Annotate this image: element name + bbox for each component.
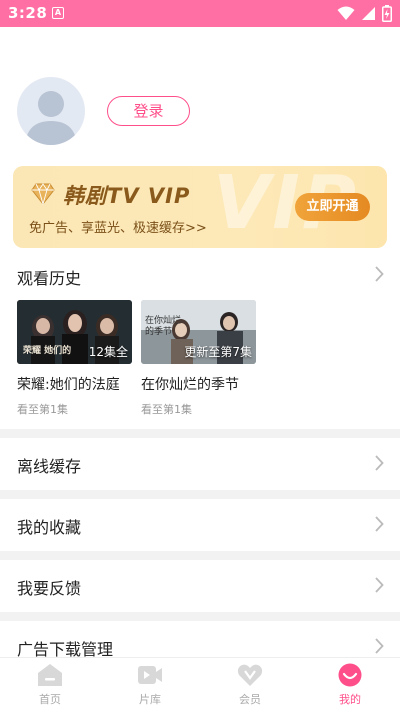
nav-library[interactable]: 片库 <box>100 658 200 710</box>
chevron-right-icon <box>375 516 384 532</box>
video-thumbnail[interactable]: 在你灿烂 的季节 更新至第7集 <box>141 300 256 364</box>
vip-banner[interactable]: VIP 韩剧TV VIP 免广告、享蓝光、极速缓存>> 立即开通 <box>13 166 387 248</box>
nav-label: 片库 <box>139 693 161 706</box>
video-title[interactable]: 荣耀:她们的法庭 <box>17 374 132 394</box>
section-divider <box>0 429 400 438</box>
menu-label: 我的收藏 <box>17 518 82 537</box>
nav-label: 会员 <box>239 693 261 706</box>
login-button[interactable]: 登录 <box>107 96 190 126</box>
section-divider <box>0 551 400 560</box>
chevron-right-icon <box>375 266 384 282</box>
bottom-nav: 首页 片库 会员 我的 <box>0 657 400 710</box>
episode-badge: 更新至第7集 <box>184 345 252 359</box>
menu-offline-cache[interactable]: 离线缓存 <box>0 438 400 490</box>
signal-icon <box>362 7 375 20</box>
chevron-right-icon <box>375 638 384 654</box>
menu-label: 离线缓存 <box>17 457 82 476</box>
menu-favorites[interactable]: 我的收藏 <box>0 499 400 551</box>
battery-icon <box>382 5 392 22</box>
watch-progress: 看至第1集 <box>141 403 192 416</box>
vip-open-button[interactable]: 立即开通 <box>295 193 370 221</box>
section-divider <box>0 490 400 499</box>
chevron-right-icon <box>375 577 384 593</box>
nav-label: 首页 <box>39 693 61 706</box>
video-camera-icon <box>138 666 162 684</box>
menu-label: 我要反馈 <box>17 579 82 598</box>
home-icon <box>38 664 62 686</box>
history-item[interactable]: 在你灿烂 的季节 更新至第7集 在你灿烂的季节 看至第1集 <box>141 300 256 417</box>
history-item[interactable]: 12集全 荣耀 她们的 荣耀:她们的法庭 看至第1集 <box>17 300 132 417</box>
video-thumbnail[interactable]: 12集全 荣耀 她们的 <box>17 300 132 364</box>
status-icons <box>337 5 392 22</box>
vip-benefits[interactable]: 免广告、享蓝光、极速缓存>> <box>29 217 207 236</box>
avatar[interactable] <box>17 77 85 145</box>
smile-icon <box>338 663 362 687</box>
default-avatar-icon <box>25 91 77 145</box>
status-time: 3:28 <box>8 4 48 22</box>
watch-history-title: 观看历史 <box>17 269 82 288</box>
poster-title-text: 在你灿烂 的季节 <box>145 316 182 337</box>
nav-mine[interactable]: 我的 <box>300 658 400 710</box>
chevron-right-icon <box>375 455 384 471</box>
vip-heart-icon <box>237 664 263 686</box>
profile-header: 登录 <box>0 27 400 162</box>
nav-member[interactable]: 会员 <box>200 658 300 710</box>
menu-feedback[interactable]: 我要反馈 <box>0 560 400 612</box>
section-divider <box>0 612 400 621</box>
diamond-icon <box>31 183 55 205</box>
video-title[interactable]: 在你灿烂的季节 <box>141 374 256 394</box>
nav-home[interactable]: 首页 <box>0 658 100 710</box>
vip-title: 韩剧TV VIP <box>63 184 191 208</box>
status-bar: 3:28 A <box>0 0 400 27</box>
poster-title-text: 荣耀 她们的 <box>23 346 72 356</box>
nav-label: 我的 <box>339 693 361 706</box>
wifi-icon <box>337 6 355 20</box>
episode-badge: 12集全 <box>88 345 128 359</box>
watch-progress: 看至第1集 <box>17 403 68 416</box>
notification-icon: A <box>52 7 64 19</box>
watch-history-header[interactable]: 观看历史 <box>0 255 400 295</box>
